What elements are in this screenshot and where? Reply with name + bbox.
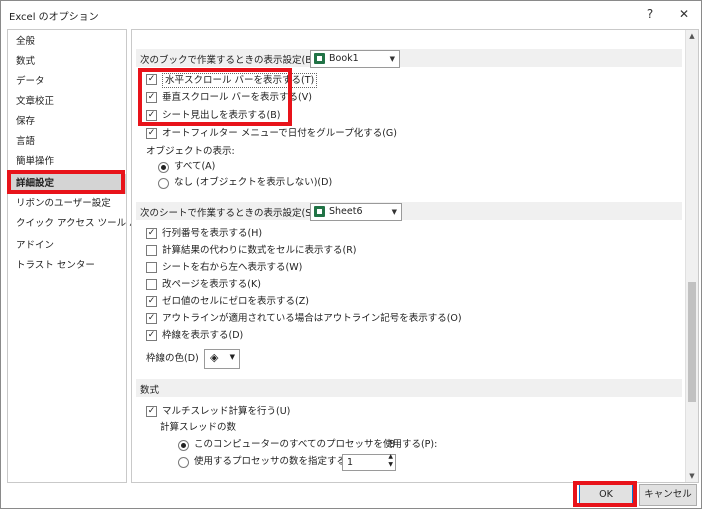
book-select-dropdown[interactable]: Book1 ▼ [310,50,400,68]
sidebar-item-language[interactable]: 言語 [16,132,35,152]
checkbox[interactable]: ✓ [146,406,157,417]
title-bar: Excel のオプション ? ✕ [1,1,701,27]
sidebar-item-general[interactable]: 全般 [16,32,35,52]
radio-button[interactable] [178,457,189,468]
checkbox[interactable] [146,262,157,273]
sidebar-item-proofing[interactable]: 文章校正 [16,92,54,112]
checkbox[interactable]: ✓ [146,296,157,307]
option-label: 改ページを表示する(K) [162,279,261,290]
scroll-down-arrow-icon[interactable]: ▼ [686,470,698,482]
book-display-section-header: 次のブックで作業するときの表示設定(B): [136,49,682,67]
checkbox[interactable]: ✓ [146,313,157,324]
sheet-select-value: Sheet6 [329,206,363,217]
calc-threads-label: 計算スレッドの数 [160,422,237,433]
radio-button[interactable] [178,440,189,451]
excel-workbook-icon [314,53,325,64]
processor-count-value: 8 [389,439,396,450]
book-select-value: Book1 [329,53,359,64]
radio-button[interactable] [158,162,169,173]
scrollbar-thumb[interactable] [688,282,696,402]
option-label: すべて(A) [174,161,216,172]
sheet-select-dropdown[interactable]: Sheet6 ▼ [310,203,402,221]
option-label: ゼロ値のセルにゼロを表示する(Z) [162,296,309,307]
checkbox[interactable] [146,279,157,290]
gridline-color-label: 枠線の色(D) [146,353,199,364]
objects-display-label: オブジェクトの表示: [146,146,235,157]
option-label: このコンピューターのすべてのプロセッサを使用する(P): [194,439,438,450]
excel-options-dialog: Excel のオプション ? ✕ 全般 数式 データ 文章校正 保存 言語 簡単… [0,0,702,509]
checkbox[interactable]: ✓ [146,228,157,239]
sidebar-item-formulas[interactable]: 数式 [16,52,35,72]
option-label: シートを右から左へ表示する(W) [162,262,303,273]
sidebar-item-accessibility[interactable]: 簡単操作 [16,152,54,172]
formulas-section-header: 数式 [136,379,682,397]
gridline-color-picker[interactable]: ◈ ▼ [204,349,240,369]
dialog-title: Excel のオプション [9,12,99,23]
formulas-section-title: 数式 [140,385,160,396]
checkbox[interactable]: ✓ [146,330,157,341]
sidebar-item-customize-ribbon[interactable]: リボンのユーザー設定 [16,194,111,214]
highlight-scroll-options [138,68,292,126]
highlight-advanced-item [7,170,125,194]
option-label: マルチスレッド計算を行う(U) [162,406,291,417]
option-label: 枠線を表示する(D) [162,330,244,341]
book-display-section-title: 次のブックで作業するときの表示設定(B): [140,55,319,66]
sheet-display-section-title: 次のシートで作業するときの表示設定(S): [140,208,319,219]
processor-count-spinner[interactable]: 1 ▲ ▼ [342,453,396,471]
option-label: 計算結果の代わりに数式をセルに表示する(R) [162,245,357,256]
option-label: 使用するプロセッサの数を指定する(M): [194,456,365,467]
sidebar-item-addins[interactable]: アドイン [16,236,54,256]
sidebar-item-save[interactable]: 保存 [16,112,35,132]
chevron-down-icon: ▼ [391,208,397,216]
sidebar-item-quick-access-toolbar[interactable]: クイック アクセス ツール バー [16,214,148,234]
checkbox[interactable] [146,245,157,256]
option-label: アウトラインが適用されている場合はアウトライン記号を表示する(O) [162,313,462,324]
sidebar-item-trust-center[interactable]: トラスト センター [16,256,95,276]
option-label: オートフィルター メニューで日付をグループ化する(G) [162,128,397,139]
option-label: なし (オブジェクトを表示しない)(D) [174,177,333,188]
scroll-up-arrow-icon[interactable]: ▲ [686,30,698,42]
help-button[interactable]: ? [639,4,661,24]
spinner-value: 1 [347,457,354,468]
cancel-button[interactable]: キャンセル [639,484,697,506]
sheet-display-section-header: 次のシートで作業するときの表示設定(S): [136,202,682,220]
sidebar-item-data[interactable]: データ [16,72,45,92]
paint-bucket-icon: ◈ [210,351,219,364]
spinner-arrows-icon[interactable]: ▲ ▼ [388,453,393,469]
highlight-ok-button [573,481,637,507]
radio-button[interactable] [158,178,169,189]
close-button[interactable]: ✕ [673,4,695,24]
sidebar: 全般 数式 データ 文章校正 保存 言語 簡単操作 詳細設定 リボンのユーザー設… [7,29,148,483]
chevron-down-icon: ▼ [229,353,235,361]
vertical-scrollbar[interactable]: ▲ ▼ [685,30,698,482]
worksheet-icon [314,206,325,217]
checkbox[interactable]: ✓ [146,128,157,139]
option-label: 行列番号を表示する(H) [162,228,263,239]
chevron-down-icon: ▼ [389,55,395,63]
